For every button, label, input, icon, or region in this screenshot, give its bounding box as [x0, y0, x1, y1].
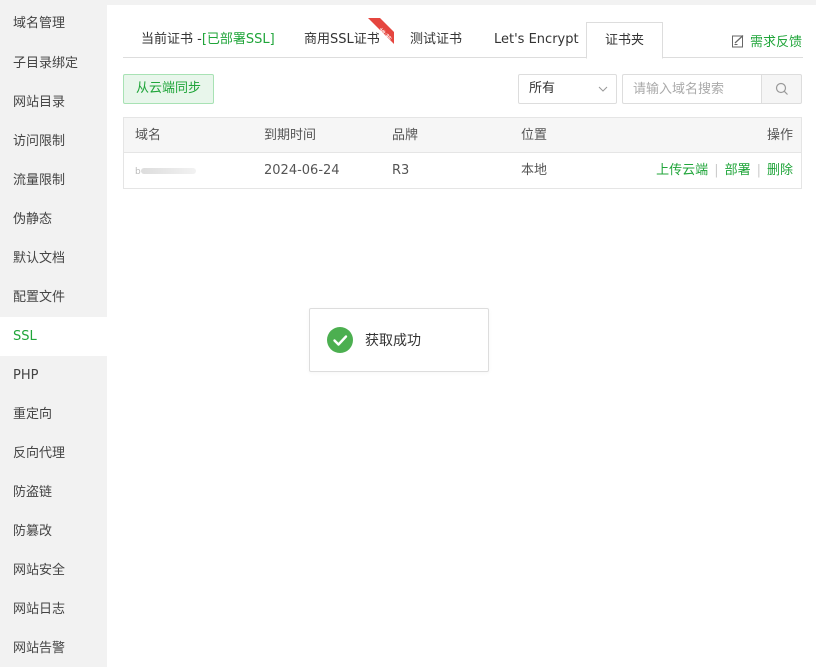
header-domain: 域名	[135, 128, 162, 143]
sidebar: 域名管理 子目录绑定 网站目录 访问限制 流量限制 伪静态 默认文档 配置文件 SSL PHP 重定…	[0, 0, 107, 667]
sidebar-item[interactable]: 网站日志	[0, 590, 107, 629]
header-brand: 品牌	[392, 128, 419, 143]
feedback-link[interactable]: 需求反馈	[731, 31, 802, 50]
feedback-label: 需求反馈	[749, 35, 802, 50]
chevron-down-icon	[598, 86, 608, 92]
search-icon	[775, 82, 788, 95]
action-separator: |	[756, 163, 761, 178]
tab-test-cert[interactable]: 测试证书	[410, 22, 462, 58]
cert-table: 域名 到期时间 品牌 位置 操作 b 2024-06-24 R3 本地 上传云端…	[123, 117, 802, 189]
cell-brand: R3	[392, 163, 410, 178]
ssl-tabs: 当前证书 -[已部署SSL] 商用SSL证书 推荐 测试证书 Let's Enc…	[123, 18, 803, 59]
tab-current-cert-label: 当前证书 -	[141, 32, 202, 47]
upload-cloud-link[interactable]: 上传云端	[656, 163, 708, 178]
sidebar-item[interactable]: 重定向	[0, 395, 107, 434]
sidebar-item[interactable]: SSL	[0, 317, 107, 356]
cell-location: 本地	[521, 163, 548, 178]
cell-expire: 2024-06-24	[264, 163, 340, 178]
sidebar-item[interactable]: 防篡改	[0, 512, 107, 551]
redacted-domain	[140, 167, 196, 174]
toast-message: 获取成功	[365, 333, 421, 349]
header-expire: 到期时间	[264, 128, 317, 143]
sidebar-item[interactable]: 网站目录	[0, 83, 107, 122]
sidebar-item[interactable]: 访问限制	[0, 122, 107, 161]
success-toast: 获取成功	[309, 308, 489, 372]
deploy-link[interactable]: 部署	[725, 163, 751, 178]
sidebar-item[interactable]: 防盗链	[0, 473, 107, 512]
sidebar-item[interactable]: 伪静态	[0, 200, 107, 239]
table-row: b 2024-06-24 R3 本地 上传云端 | 部署 | 删除	[124, 153, 801, 188]
edit-icon	[731, 34, 744, 47]
filter-select[interactable]: 所有	[518, 74, 617, 104]
tab-current-cert[interactable]: 当前证书 -[已部署SSL]	[141, 22, 275, 58]
sidebar-item[interactable]: 配置文件	[0, 278, 107, 317]
domain-text: b	[135, 167, 141, 177]
sync-from-cloud-button[interactable]: 从云端同步	[123, 74, 215, 104]
top-divider	[107, 0, 816, 5]
sidebar-item[interactable]: 默认文档	[0, 239, 107, 278]
tab-cert-folder[interactable]: 证书夹	[586, 22, 664, 59]
sidebar-item[interactable]: 子目录绑定	[0, 44, 107, 83]
tab-commercial-ssl[interactable]: 商用SSL证书 推荐	[304, 18, 394, 58]
filter-select-value: 所有	[529, 81, 556, 96]
cell-actions: 上传云端 | 部署 | 删除	[656, 153, 793, 188]
sidebar-item[interactable]: 域名管理	[0, 0, 107, 44]
table-header: 域名 到期时间 品牌 位置 操作	[124, 118, 801, 153]
deployed-status: [已部署SSL]	[201, 32, 275, 47]
sidebar-item[interactable]: 反向代理	[0, 434, 107, 473]
delete-link[interactable]: 删除	[767, 163, 793, 178]
main-panel: 当前证书 -[已部署SSL] 商用SSL证书 推荐 测试证书 Let's Enc…	[107, 0, 816, 667]
action-separator: |	[714, 163, 719, 178]
domain-search-input[interactable]	[622, 74, 762, 104]
sidebar-item[interactable]: 流量限制	[0, 161, 107, 200]
tab-letsencrypt[interactable]: Let's Encrypt	[494, 22, 579, 58]
sidebar-item[interactable]: PHP	[0, 356, 107, 395]
sidebar-item[interactable]: 网站安全	[0, 551, 107, 590]
recommend-badge: 推荐	[366, 16, 396, 46]
header-actions: 操作	[766, 128, 793, 143]
success-check-icon	[327, 327, 353, 353]
cell-domain: b	[135, 153, 196, 188]
search-button[interactable]	[761, 74, 802, 104]
header-location: 位置	[521, 128, 548, 143]
sidebar-item[interactable]: 网站告警	[0, 629, 107, 667]
